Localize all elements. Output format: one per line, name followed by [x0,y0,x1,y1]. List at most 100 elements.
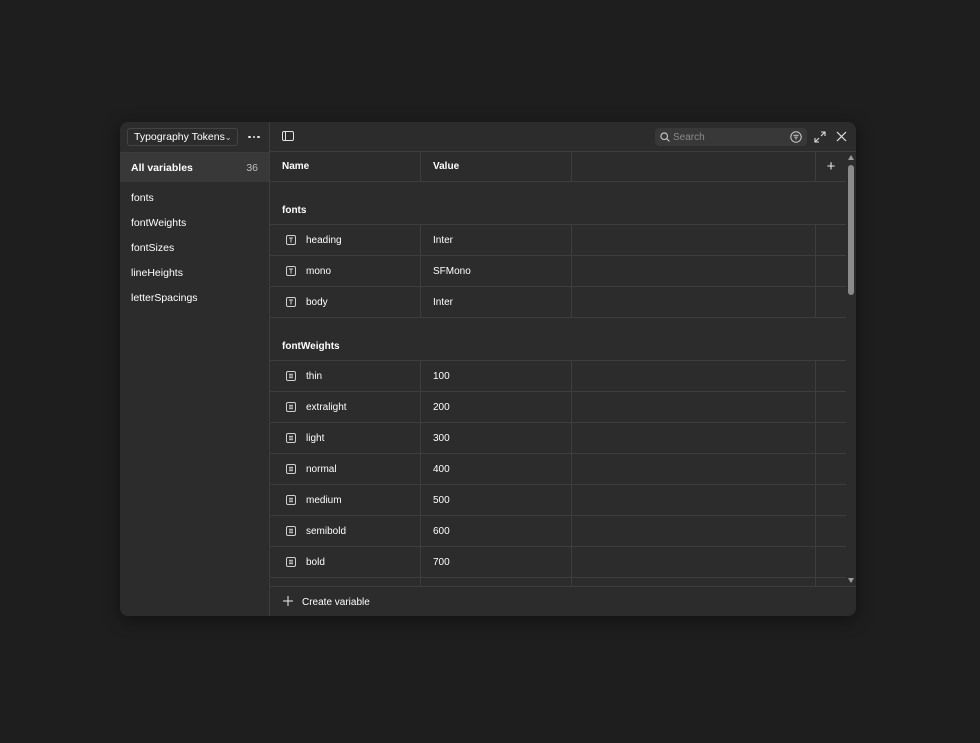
variable-value[interactable]: 400 [433,454,450,484]
variable-name: light [306,432,325,444]
sidebar-item-lineheights[interactable]: lineHeights [120,260,269,285]
table-row[interactable]: extralight 200 [270,392,846,423]
variable-value[interactable]: 500 [433,485,450,515]
variable-name: body [306,296,328,308]
collection-dropdown[interactable]: Typography Tokens ⌄ [127,128,238,146]
add-column-button[interactable]: + [816,152,846,181]
variable-name: thin [306,370,323,382]
cell-divider [420,516,421,547]
dot-icon [248,135,251,139]
variables-table: Name Value + fonts heading Inter mono SF… [270,152,846,586]
variable-value[interactable]: 700 [433,547,450,577]
variable-name: bold [306,556,325,568]
toolbar [270,122,856,152]
variable-value[interactable]: SFMono [433,256,471,286]
sidebar-item-fonts[interactable]: fonts [120,185,269,210]
more-options-button[interactable] [244,128,264,146]
variable-value[interactable]: 200 [433,392,450,422]
table-row[interactable]: normal 400 [270,454,846,485]
table-row[interactable]: medium 500 [270,485,846,516]
create-variable-button[interactable]: Create variable [270,586,856,616]
cell-divider [571,485,572,516]
variable-value[interactable]: Inter [433,225,453,255]
cell-divider [420,547,421,578]
cell-divider [420,287,421,318]
cell-divider [815,547,816,578]
text-type-icon [286,235,296,245]
scrollbar-thumb[interactable] [848,165,854,295]
column-header-value[interactable]: Value [433,152,459,181]
column-header-name[interactable]: Name [282,152,309,181]
table-row[interactable]: body Inter [270,287,846,318]
sidebar-toggle-icon[interactable] [282,131,294,141]
cell-divider [815,578,816,586]
cell-divider [571,361,572,392]
filter-icon[interactable] [790,131,802,143]
cell-divider [571,578,572,586]
variable-value[interactable]: 600 [433,516,450,546]
cell-divider [571,547,572,578]
variable-name: extralight [306,401,347,413]
variable-name: mono [306,265,332,277]
variable-name: semibold [306,525,347,537]
sidebar-item-fontweights[interactable]: fontWeights [120,210,269,235]
table-row[interactable]: thin 100 [270,361,846,392]
number-type-icon [286,402,296,412]
table-header: Name Value + [270,152,846,182]
number-type-icon [286,495,296,505]
number-type-icon [286,526,296,536]
cell-divider [815,287,816,318]
number-type-icon [286,464,296,474]
scroll-down-icon[interactable] [848,578,854,583]
group-list: fonts fontWeights fontSizes lineHeights … [120,185,269,310]
cell-divider [815,392,816,423]
variable-value[interactable]: Inter [433,287,453,317]
variable-name: heading [306,234,342,246]
table-row[interactable]: bold 700 [270,547,846,578]
cell-divider [420,225,421,256]
search-input[interactable] [673,128,783,146]
group-header-fonts: fonts [270,182,846,225]
all-variables-label: All variables [131,161,193,174]
group-label: fontWeights [282,341,340,352]
vertical-scrollbar[interactable] [846,152,856,586]
create-variable-label: Create variable [302,596,370,608]
cell-divider [571,256,572,287]
cell-divider [571,392,572,423]
cell-divider [571,423,572,454]
group-label: fonts [282,205,307,216]
group-header-fontweights: fontWeights [270,318,846,361]
variable-value[interactable]: 100 [433,361,450,391]
dot-icon [252,135,256,139]
search-icon [660,132,670,142]
cell-divider [571,225,572,256]
cell-divider [815,225,816,256]
table-row[interactable]: light 300 [270,423,846,454]
expand-icon[interactable] [814,131,826,143]
number-type-icon [286,371,296,381]
variable-value[interactable]: 300 [433,423,450,453]
table-row[interactable]: semibold 600 [270,516,846,547]
table-row[interactable]: heading Inter [270,225,846,256]
number-type-icon [286,433,296,443]
search-box [655,128,807,146]
sidebar-item-all-variables[interactable]: All variables 36 [120,152,269,182]
sidebar-item-fontsizes[interactable]: fontSizes [120,235,269,260]
sidebar-item-letterspacings[interactable]: letterSpacings [120,285,269,310]
collection-name: Typography Tokens [134,131,225,143]
column-divider [571,152,572,181]
scroll-up-icon[interactable] [848,155,854,160]
table-row[interactable]: mono SFMono [270,256,846,287]
cell-divider [420,454,421,485]
cell-divider [815,485,816,516]
close-icon[interactable] [836,131,847,142]
cell-divider [420,256,421,287]
table-row-partial[interactable] [270,578,846,586]
dot-icon [257,135,260,139]
text-type-icon [286,297,296,307]
all-variables-count: 36 [246,161,258,174]
cell-divider [420,423,421,454]
main-area: Name Value + fonts heading Inter mono [270,122,856,616]
cell-divider [571,516,572,547]
cell-divider [420,578,421,586]
